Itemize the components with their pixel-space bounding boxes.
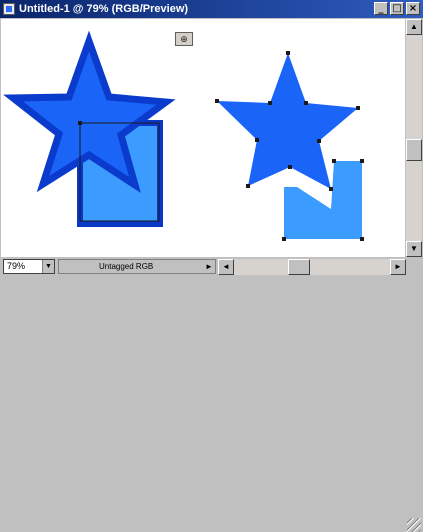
title-bar[interactable]: Untitled-1 @ 79% (RGB/Preview) _ □ ×: [0, 0, 423, 18]
anchor-point[interactable]: [255, 138, 259, 142]
zoom-dropdown-icon[interactable]: ▼: [42, 260, 54, 273]
anchor-point[interactable]: [215, 99, 219, 103]
maximize-button[interactable]: □: [390, 2, 404, 15]
horizontal-scrollbar[interactable]: ◄ ►: [218, 259, 406, 275]
scroll-left-button[interactable]: ◄: [218, 259, 234, 275]
scroll-down-button[interactable]: ▼: [406, 241, 422, 257]
anchor-point[interactable]: [360, 159, 364, 163]
scroll-up-button[interactable]: ▲: [406, 19, 422, 35]
window-title: Untitled-1 @ 79% (RGB/Preview): [19, 3, 189, 15]
document-icon[interactable]: [3, 3, 15, 15]
document-window: Untitled-1 @ 79% (RGB/Preview) _ □ × ⊕ ▲…: [0, 0, 423, 532]
anchor-point[interactable]: [332, 159, 336, 163]
anchor-point[interactable]: [246, 184, 250, 188]
zoom-value: 79%: [7, 261, 26, 271]
anchor-point[interactable]: [329, 187, 333, 191]
vertical-scrollbar[interactable]: ▲ ▼: [406, 19, 422, 257]
anchor-point[interactable]: [282, 237, 286, 241]
window-controls: _ □ ×: [374, 2, 420, 15]
minimize-button[interactable]: _: [374, 2, 388, 15]
scroll-right-button[interactable]: ►: [390, 259, 406, 275]
anchor-point[interactable]: [317, 139, 321, 143]
close-button[interactable]: ×: [406, 2, 420, 15]
profile-menu-arrow-icon[interactable]: ►: [203, 260, 215, 273]
anchor-point[interactable]: [78, 121, 82, 125]
anchor-point[interactable]: [356, 106, 360, 110]
anchor-point[interactable]: [268, 101, 272, 105]
artwork: [3, 30, 364, 241]
resize-grip-icon[interactable]: [407, 518, 421, 532]
anchor-point[interactable]: [304, 101, 308, 105]
document-canvas[interactable]: ⊕: [1, 19, 405, 257]
zoom-field[interactable]: 79% ▼: [3, 259, 55, 274]
status-bar: 79% ▼ Untagged RGB ► ◄ ►: [0, 258, 423, 532]
anchor-point[interactable]: [286, 51, 290, 55]
anchor-point[interactable]: [360, 237, 364, 241]
anchor-point[interactable]: [288, 165, 292, 169]
anchor-toggle-icon[interactable]: ⊕: [175, 32, 193, 46]
horizontal-scroll-thumb[interactable]: [288, 259, 310, 275]
vertical-scroll-thumb[interactable]: [406, 139, 422, 161]
color-profile-label: Untagged RGB: [58, 259, 216, 274]
